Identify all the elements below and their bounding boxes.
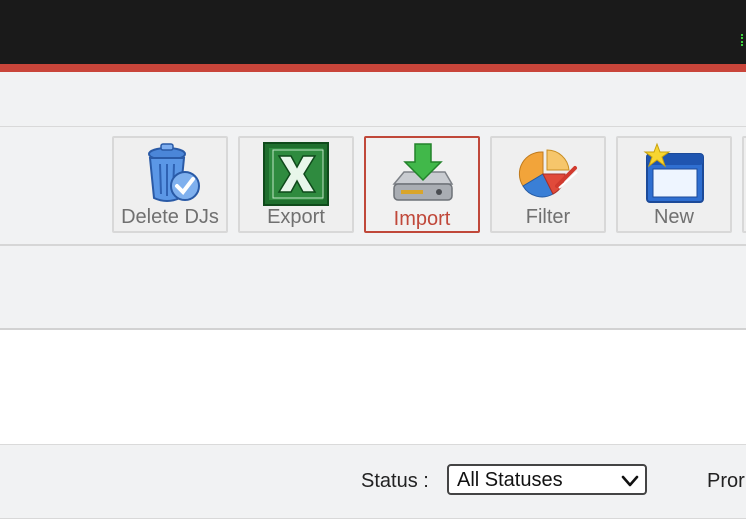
filter-button[interactable]: Filter: [490, 136, 606, 233]
next-filter-label: Pror: [707, 470, 745, 492]
import-label: Import: [393, 208, 451, 230]
status-label: Status :: [361, 470, 429, 492]
delete-djs-button[interactable]: Delete DJs: [112, 136, 228, 233]
status-select-value: All Statuses: [457, 469, 563, 491]
export-button[interactable]: Export: [238, 136, 354, 233]
chevron-down-icon: [621, 475, 639, 487]
delete-djs-label: Delete DJs: [121, 206, 219, 228]
status-select[interactable]: All Statuses: [447, 464, 647, 495]
filter-bar: Status : All Statuses Pror: [0, 445, 746, 519]
status-indicator: [741, 34, 746, 46]
import-button[interactable]: Import: [364, 136, 480, 233]
filter-label: Filter: [525, 206, 571, 228]
toolbar-sub-band: [0, 246, 746, 330]
new-window-star-icon: [643, 142, 704, 203]
content-area: [0, 330, 746, 445]
new-button[interactable]: New: [616, 136, 732, 233]
export-label: Export: [267, 206, 325, 228]
action-toolbar: Delete DJs Export Import Filter New: [0, 127, 746, 246]
new-label: New: [653, 206, 694, 228]
toolbar-button-partial[interactable]: [742, 136, 746, 233]
pie-filter-icon: [518, 149, 578, 198]
excel-icon: [263, 142, 329, 206]
import-drive-icon: [392, 143, 454, 201]
subheader-band: [0, 72, 746, 127]
trash-check-icon: [148, 143, 200, 202]
top-header-bar: [0, 0, 746, 64]
accent-stripe: [0, 64, 746, 72]
